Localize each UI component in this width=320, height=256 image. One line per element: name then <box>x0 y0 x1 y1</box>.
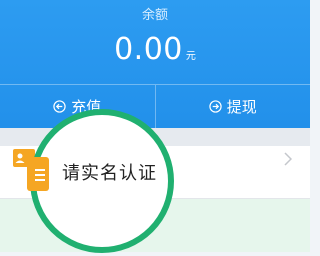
withdraw-label: 提现 <box>226 98 257 116</box>
real-name-verification-label: 请实名认证 <box>62 163 157 184</box>
balance-display: 0.00 元 <box>0 32 310 67</box>
chevron-right-icon <box>284 152 292 166</box>
id-card-magnified-icon <box>27 157 49 191</box>
balance-unit: 元 <box>185 51 196 62</box>
withdraw-button[interactable]: 提现 <box>154 85 311 128</box>
withdraw-icon <box>209 100 222 113</box>
balance-label: 余额 <box>141 8 168 23</box>
balance-amount: 0.00 <box>114 32 183 67</box>
